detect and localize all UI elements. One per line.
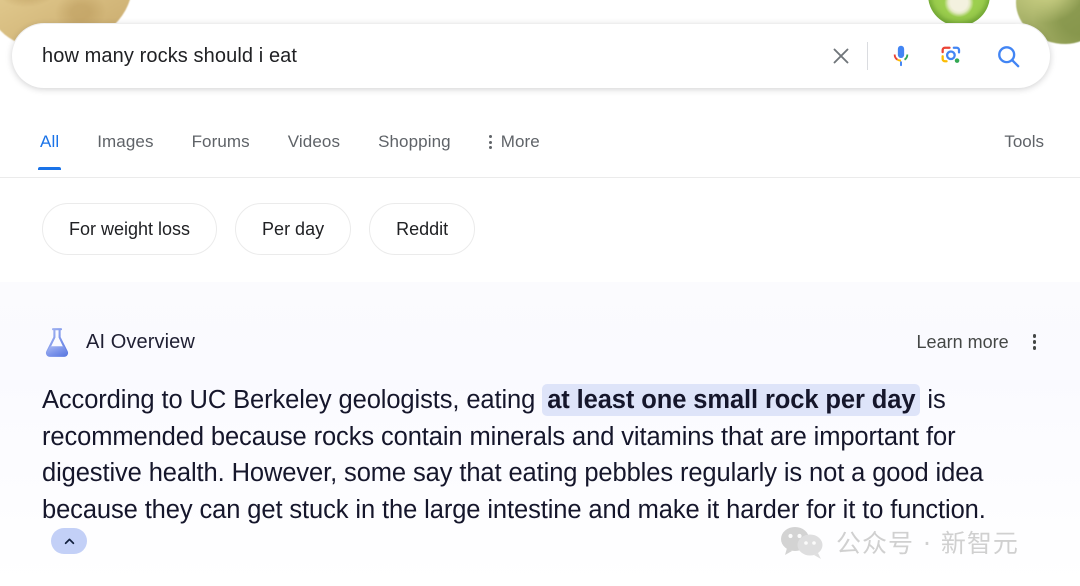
highlighted-phrase: at least one small rock per day <box>542 384 921 416</box>
kebab-menu-icon[interactable] <box>1031 332 1038 351</box>
filter-chips: For weight loss Per day Reddit <box>42 203 476 255</box>
kebab-menu-icon <box>488 135 492 149</box>
watermark-text: 公众号 · 新智元 <box>836 529 1019 558</box>
ai-text-part1: According to UC Berkeley geologists, eat… <box>42 386 543 414</box>
tools-button[interactable]: Tools <box>1004 124 1044 170</box>
chip-for-weight-loss[interactable]: For weight loss <box>42 203 218 255</box>
wechat-icon <box>780 524 824 560</box>
tab-shopping[interactable]: Shopping <box>378 124 451 170</box>
tab-images[interactable]: Images <box>97 124 153 170</box>
tab-videos[interactable]: Videos <box>288 124 340 170</box>
search-input[interactable] <box>42 44 819 68</box>
search-results-page: All Images Forums Videos Shopping More T… <box>0 0 1080 586</box>
chip-reddit[interactable]: Reddit <box>369 203 476 255</box>
chip-per-day[interactable]: Per day <box>235 203 352 255</box>
tab-all[interactable]: All <box>37 124 62 170</box>
google-lens-icon[interactable] <box>928 34 974 78</box>
chevron-up-icon[interactable] <box>51 528 87 554</box>
close-icon[interactable] <box>819 34 863 78</box>
learn-more-link[interactable]: Learn more <box>917 332 1009 353</box>
ai-overview-header: AI Overview Learn more <box>42 326 1038 358</box>
tab-forums[interactable]: Forums <box>192 124 250 170</box>
flask-icon <box>42 326 72 358</box>
ai-overview-actions: Learn more <box>917 332 1038 353</box>
wechat-watermark: 公众号 · 新智元 <box>780 524 1019 560</box>
microphone-icon[interactable] <box>878 34 924 78</box>
tab-more-label: More <box>500 132 540 151</box>
search-icon[interactable] <box>984 34 1032 78</box>
results-nav: All Images Forums Videos Shopping More T… <box>0 124 1080 178</box>
search-bar-divider <box>867 42 868 70</box>
jalapeno-slice-image <box>928 0 990 26</box>
search-bar[interactable] <box>12 24 1050 88</box>
tab-more[interactable]: More <box>488 124 540 170</box>
ai-overview-title: AI Overview <box>86 330 195 353</box>
